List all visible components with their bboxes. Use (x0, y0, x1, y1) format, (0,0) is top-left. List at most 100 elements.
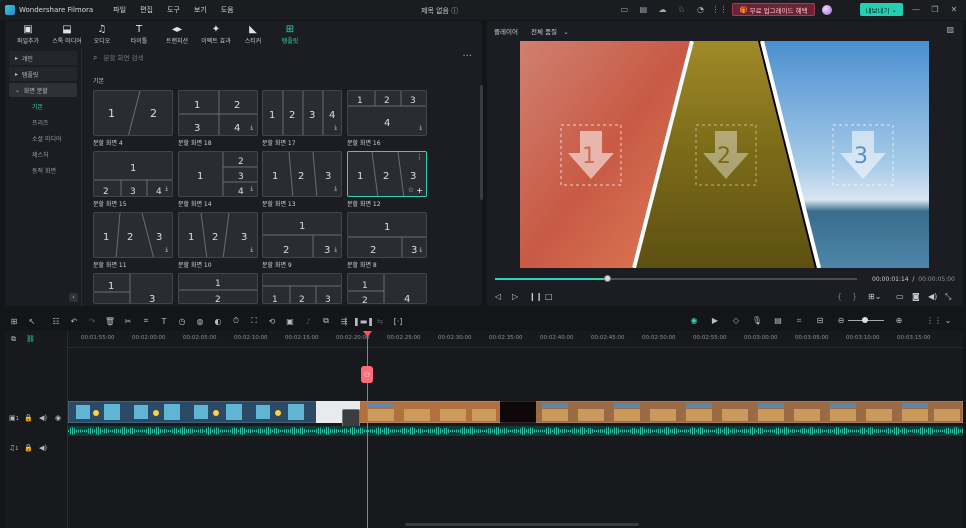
template-tile[interactable]: 1 2 3 ⤓ (178, 212, 258, 258)
audio-waveform[interactable] (68, 426, 963, 436)
template-tile[interactable]: 1 2 3 4 ⤓ (262, 90, 342, 136)
zoom-in-icon[interactable]: ⊕ (890, 316, 908, 325)
sidebar-sub-dynamic[interactable]: 동적 화면 (5, 164, 81, 177)
detach-icon[interactable]: ⇶ (335, 317, 353, 326)
fit-clip-icon[interactable]: [·] (389, 317, 407, 326)
monitor-icon[interactable]: ▭ (896, 292, 904, 301)
previous-frame-icon[interactable]: ◁ (495, 292, 501, 301)
monitor-icon[interactable]: ▭ (618, 4, 630, 16)
avatar[interactable] (821, 4, 832, 15)
template-tile[interactable]: 1 2 3 ⤓ (347, 212, 427, 258)
sidebar-item-personal[interactable]: ▸ 개인 (9, 51, 77, 65)
video-preview[interactable]: 1 2 3 (520, 41, 929, 268)
close-icon[interactable]: ✕ (948, 4, 960, 16)
mark-out-icon[interactable]: } (852, 292, 857, 301)
sidebar-sub-basic[interactable]: 기본 (5, 100, 81, 113)
minimize-icon[interactable]: — (910, 4, 922, 16)
chevron-down-icon[interactable]: ⌄ (939, 316, 957, 325)
audio-edit-icon[interactable]: ♪ (299, 317, 317, 326)
video-clip[interactable] (68, 401, 963, 423)
timeline-scrollbar[interactable] (405, 523, 639, 526)
color-icon[interactable]: ◍ (191, 317, 209, 326)
tab-audio[interactable]: ♫ 오디오 (83, 21, 121, 48)
template-tile[interactable]: 1 2 3 4 ⤓ (93, 151, 173, 197)
template-tile[interactable]: 12 (93, 90, 173, 136)
download-icon[interactable]: ⤓ (250, 124, 253, 132)
audio-mute-icon[interactable]: ◀) (39, 444, 47, 452)
search-input[interactable] (103, 54, 404, 62)
pause-icon[interactable]: ❙❙ (529, 292, 542, 301)
snap-icon[interactable]: ⌗ (790, 316, 808, 326)
template-tile[interactable]: 1 2 3 ⤓ (262, 212, 342, 258)
play-icon[interactable]: ▷ (512, 292, 518, 301)
template-tile[interactable]: 12 (178, 273, 258, 304)
template-tile[interactable]: 1 2 3 4 ⤓ (178, 90, 258, 136)
download-icon[interactable]: ⤓ (334, 246, 337, 254)
text-icon[interactable]: T (155, 317, 173, 326)
download-icon[interactable]: ⤓ (165, 246, 168, 254)
maximize-icon[interactable]: ❐ (929, 4, 941, 16)
display-settings-icon[interactable]: ⊞⌄ (868, 292, 881, 301)
render-icon[interactable]: ▶ (706, 316, 724, 326)
quality-select[interactable]: 전체 품질 ⌄ (531, 26, 569, 36)
template-tile[interactable]: 1 2 3 4 ⤓ (347, 90, 427, 136)
menu-edit[interactable]: 편집 (140, 5, 153, 15)
export-button[interactable]: 내보내기 ⌄ (859, 3, 903, 16)
camera-icon[interactable]: ◙ (912, 292, 920, 301)
lock-icon[interactable]: 🔒 (24, 414, 33, 422)
marker-icon[interactable]: ⊟ (811, 316, 829, 326)
delete-icon[interactable]: 🗑 (101, 317, 119, 326)
fit-icon[interactable]: ⛶ (245, 316, 263, 326)
template-tile[interactable]: 1 2 3 (262, 273, 342, 304)
download-icon[interactable]: ⤓ (250, 246, 253, 254)
add-icon[interactable]: + (416, 186, 423, 195)
sidebar-item-split-screen[interactable]: ⌄ 화면 분할 (9, 83, 77, 97)
fullscreen-icon[interactable]: ⤡ (945, 292, 951, 302)
cloud-icon[interactable]: ☁ (656, 4, 668, 16)
grid-apps-icon[interactable]: ⋮⋮ (711, 4, 727, 16)
tab-transitions[interactable]: ◂▸ 트랜지션 (157, 21, 197, 48)
download-icon[interactable]: ⤓ (250, 185, 253, 193)
layout-icon[interactable]: ⊞ (5, 317, 23, 326)
save-icon[interactable]: ▤ (637, 4, 649, 16)
headset-icon[interactable]: ♘ (675, 4, 687, 16)
add-track-icon[interactable]: ⧉ (11, 335, 16, 344)
tab-stock-media[interactable]: ⬓ 스톡 미디어 (51, 21, 83, 48)
select-tool-icon[interactable]: ↖ (23, 317, 41, 326)
group-icon[interactable]: ⧉ (317, 316, 335, 326)
tab-media[interactable]: ▣ 파일추가 (5, 21, 51, 48)
auto-icon[interactable]: ▤ (769, 316, 787, 326)
mask-icon[interactable]: ◐ (209, 317, 227, 326)
progress-handle[interactable] (604, 275, 612, 282)
template-tile[interactable]: 13 (93, 273, 173, 304)
lock-icon[interactable]: 🔒 (24, 444, 33, 452)
tab-effects[interactable]: ✦ 이펙트 효과 (197, 21, 235, 48)
stabilize-icon[interactable]: ⇋ (371, 317, 389, 326)
mic-icon[interactable]: 🎙 (748, 316, 766, 326)
collapse-sidebar-icon[interactable]: ‹ (69, 293, 78, 302)
panel-scrollbar[interactable] (480, 85, 483, 200)
download-icon[interactable]: ⤓ (165, 185, 168, 193)
sidebar-item-templates[interactable]: ▸ 템플릿 (9, 67, 77, 81)
favorite-star-icon[interactable]: ☆ (408, 186, 414, 194)
tab-templates[interactable]: ⊞ 템플릿 (271, 21, 309, 48)
tab-titles[interactable]: T 타이틀 (121, 21, 157, 48)
menu-view[interactable]: 보기 (194, 5, 207, 15)
menu-file[interactable]: 파일 (113, 5, 126, 15)
playhead-marker-icon[interactable]: ⚇ (361, 366, 373, 383)
template-tile-selected[interactable]: 1 2 3 ⋮ ☆ + (347, 151, 427, 197)
zoom-out-icon[interactable]: ⊖ (832, 316, 850, 326)
redo-icon[interactable]: ↷ (83, 317, 101, 326)
menu-tools[interactable]: 도구 (167, 5, 180, 15)
undo-icon[interactable]: ↶ (65, 317, 83, 326)
template-tile[interactable]: 1 2 3 4 ⤓ (178, 151, 258, 197)
promo-button[interactable]: 🎁 무료 업그레이드 혜택 (732, 3, 815, 16)
eye-icon[interactable]: ◉ (55, 414, 61, 422)
ai-icon[interactable]: ◉ (685, 316, 703, 326)
rotate-icon[interactable]: ⟲ (263, 317, 281, 326)
zoom-handle[interactable] (862, 317, 868, 323)
project-title[interactable]: 제목 없음 ⓘ (421, 6, 458, 16)
tab-stickers[interactable]: ◣ 스티커 (235, 21, 271, 48)
template-tile[interactable]: 1 2 4 (347, 273, 427, 304)
audio-mute-icon[interactable]: ◀) (39, 414, 47, 422)
